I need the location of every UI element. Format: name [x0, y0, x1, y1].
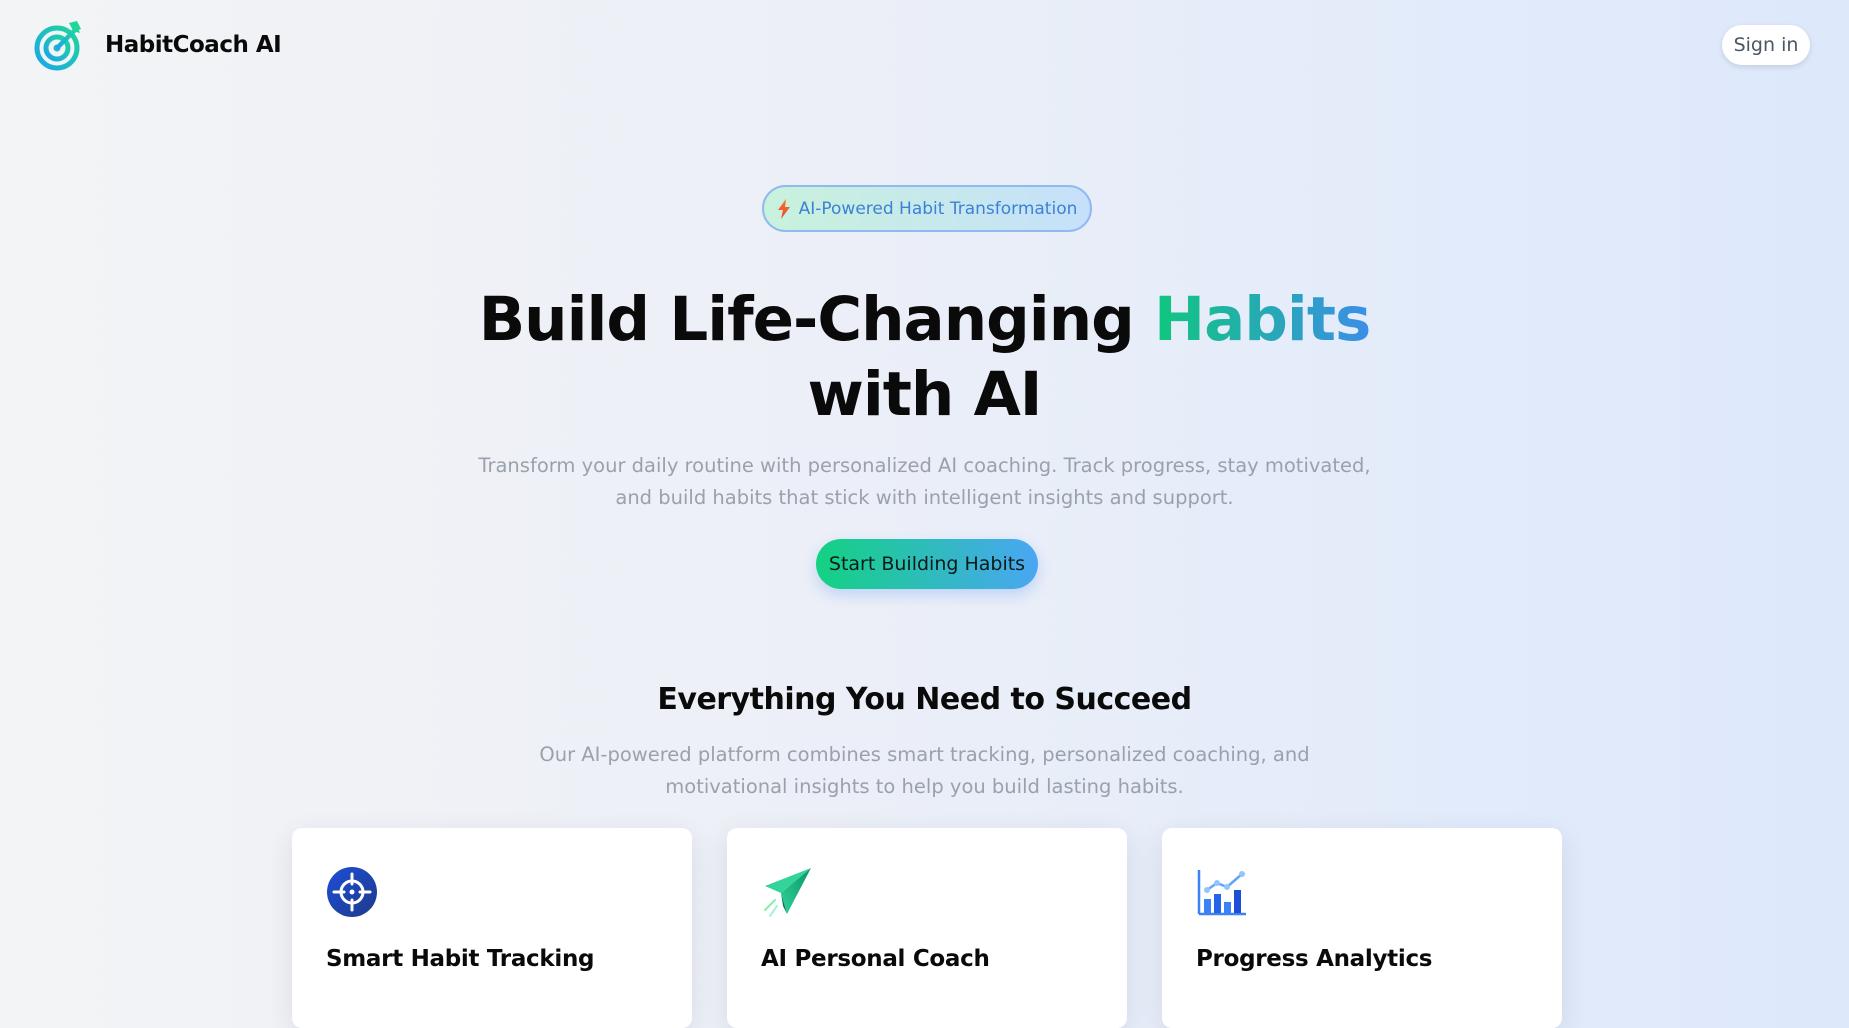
feature-card-title: Progress Analytics — [1196, 946, 1433, 972]
hero-subtitle-line1: Transform your daily routine with person… — [478, 454, 1371, 477]
feature-card-title: AI Personal Coach — [761, 946, 990, 972]
features-subtitle-line1: Our AI-powered platform combines smart t… — [539, 743, 1310, 766]
feature-card-coach[interactable]: AI Personal Coach — [727, 828, 1127, 1028]
features-subtitle-line2: motivational insights to help you build … — [665, 775, 1184, 798]
hero-title-part2: with AI — [807, 359, 1043, 430]
feature-card-tracking[interactable]: Smart Habit Tracking — [292, 828, 692, 1028]
hero-badge: AI-Powered Habit Transformation — [762, 185, 1092, 232]
brand-name: HabitCoach AI — [105, 32, 282, 58]
start-building-habits-button[interactable]: Start Building Habits — [816, 539, 1038, 589]
features-title: Everything You Need to Succeed — [657, 682, 1192, 717]
paper-plane-icon — [764, 868, 811, 917]
hero-title-highlight: Habits — [1154, 284, 1371, 355]
crosshair-target-icon — [327, 867, 377, 917]
hero-badge-label: AI-Powered Habit Transformation — [798, 198, 1078, 219]
top-header: HabitCoach AI Sign in — [0, 0, 1849, 92]
brand[interactable]: HabitCoach AI — [33, 19, 282, 71]
feature-card-analytics[interactable]: Progress Analytics — [1162, 828, 1562, 1028]
feature-card-title: Smart Habit Tracking — [326, 946, 595, 972]
sign-in-button[interactable]: Sign in — [1722, 25, 1810, 65]
hero-subtitle: Transform your daily routine with person… — [0, 450, 1849, 514]
hero-title-part1: Build Life-Changing — [478, 284, 1155, 355]
hero-subtitle-line2: and build habits that stick with intelli… — [615, 486, 1234, 509]
bar-chart-icon — [1197, 870, 1246, 916]
target-arrow-logo-icon — [34, 21, 81, 71]
hero-title: Build Life-Changing Habits with AI — [0, 282, 1849, 432]
lightning-bolt-icon — [777, 198, 790, 219]
features-subtitle: Our AI-powered platform combines smart t… — [0, 739, 1849, 803]
